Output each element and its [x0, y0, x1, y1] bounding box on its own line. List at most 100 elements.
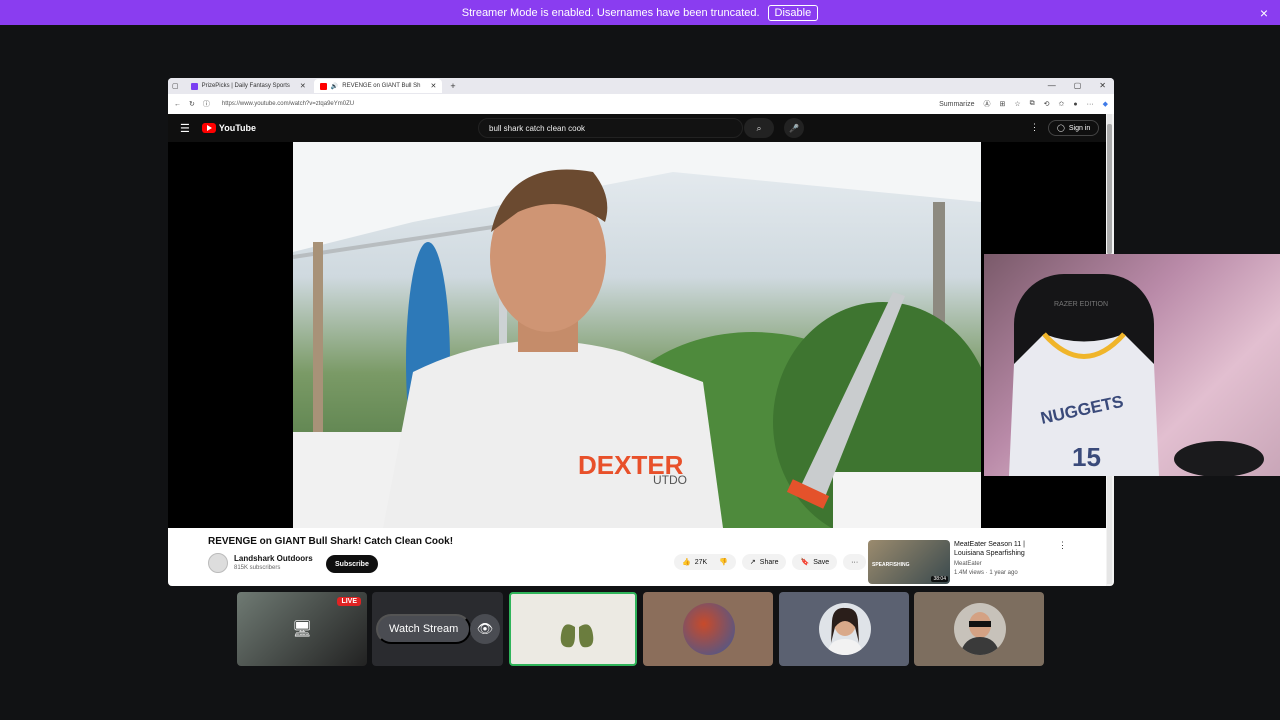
minimize-icon[interactable]: —: [1048, 81, 1056, 90]
participant-tile[interactable]: [509, 592, 637, 666]
subscribe-button[interactable]: Subscribe: [326, 555, 378, 573]
sign-in-button[interactable]: ◯ Sign in: [1048, 120, 1100, 136]
youtube-icon: [319, 82, 327, 90]
thumbs-down-icon[interactable]: 👎: [719, 558, 728, 566]
tab-prizepicks[interactable]: PrizePicks | Daily Fantasy Sports ✕: [185, 79, 312, 93]
tab-actions-icon[interactable]: ▢: [172, 82, 179, 90]
video-player[interactable]: DEXTER UTDO: [168, 142, 1106, 528]
eye-plus-icon[interactable]: 👁: [470, 614, 500, 644]
window-controls: — ▢ ✕: [1048, 81, 1106, 90]
share-icon: ↗: [749, 559, 756, 566]
menu-icon[interactable]: ☰: [180, 122, 190, 135]
recommendation-title[interactable]: MeatEater Season 11 | Louisiana Spearfis…: [954, 540, 1046, 558]
canopy: [293, 142, 981, 252]
settings-menu-icon[interactable]: ⋮: [1030, 122, 1039, 133]
recommendation-menu-icon[interactable]: ⋮: [1058, 540, 1067, 551]
channel-name[interactable]: Landshark Outdoors: [234, 554, 313, 563]
close-window-icon[interactable]: ✕: [1099, 81, 1106, 90]
recommendation-channel[interactable]: MeatEater: [954, 561, 982, 567]
avatar: [954, 603, 1006, 655]
audio-icon: 🔊: [330, 83, 339, 90]
video-scene: DEXTER UTDO: [293, 142, 981, 528]
person-avatar-icon: [960, 612, 1000, 655]
youtube-play-icon: [201, 123, 216, 133]
share-label: Share: [759, 558, 779, 566]
address-tools: Summarize Ⓐ ⊞ ☆ ⧉ ⟲ ✩ ● ··· ◆: [939, 99, 1108, 109]
prizepicks-icon: [190, 82, 198, 90]
save-button[interactable]: 🔖 Save: [792, 554, 838, 570]
avatar: [683, 603, 735, 655]
more-icon: ···: [851, 558, 859, 566]
webcam-scene: RAZER EDITION NUGGETS 15: [1009, 274, 1264, 476]
shared-browser-window: ▢ PrizePicks | Daily Fantasy Sports ✕ 🔊 …: [168, 78, 1114, 586]
channel-subscribers: 815K subscribers: [234, 565, 281, 571]
avatar: [551, 605, 603, 657]
tab-label: PrizePicks | Daily Fantasy Sports: [201, 83, 290, 89]
favorites-icon[interactable]: ✩: [1059, 100, 1065, 108]
address-bar-row: ← ↻ ⓘ https://www.youtube.com/watch?v=zt…: [168, 94, 1114, 114]
url-field[interactable]: https://www.youtube.com/watch?v=ztqa9eYm…: [218, 101, 931, 107]
disable-streamer-mode-button[interactable]: Disable: [767, 4, 819, 21]
collections-icon[interactable]: ⟲: [1044, 100, 1050, 108]
tab-close-icon[interactable]: ✕: [300, 82, 306, 90]
watch-stream-tile: Watch Stream 👁: [372, 592, 503, 666]
more-menu-icon[interactable]: ···: [1087, 101, 1094, 108]
close-icon[interactable]: ×: [1260, 5, 1268, 21]
recommendation-meta: 1.4M views · 1 year ago: [954, 570, 1018, 576]
share-button[interactable]: ↗ Share: [741, 554, 787, 570]
participant-tile[interactable]: [779, 592, 909, 666]
extensions-icon[interactable]: ⧉: [1030, 100, 1035, 108]
person-avatar-icon: [827, 607, 863, 655]
avatar: [819, 603, 871, 655]
tab-close-icon[interactable]: ✕: [431, 82, 437, 90]
lungs-avatar-icon: [560, 613, 594, 648]
copilot-icon[interactable]: ◆: [1103, 100, 1108, 108]
participant-tile[interactable]: [643, 592, 773, 666]
tab-youtube[interactable]: 🔊 REVENGE on GIANT Bull Sh ✕: [313, 79, 443, 93]
summarize-button[interactable]: Summarize: [939, 101, 974, 108]
youtube-page: ☰ YouTube bull shark catch clean cook ⌕ …: [168, 114, 1106, 586]
chair-brand: RAZER EDITION: [1054, 301, 1108, 308]
back-icon[interactable]: ←: [174, 101, 181, 108]
video-frame[interactable]: DEXTER UTDO: [293, 142, 981, 528]
like-button[interactable]: 👍 27K 👎: [674, 554, 736, 570]
youtube-header: ☰ YouTube bull shark catch clean cook ⌕ …: [168, 114, 1106, 142]
banner-message: Streamer Mode is enabled. Usernames have…: [461, 6, 760, 19]
channel-avatar[interactable]: [208, 553, 228, 573]
recommendation-thumbnail[interactable]: SPEARFISHING 38:04: [868, 540, 950, 584]
webcam-feed: RAZER EDITION NUGGETS 15: [984, 254, 1280, 476]
more-actions-button[interactable]: ···: [843, 554, 867, 570]
bookmark-icon: 🔖: [800, 559, 810, 566]
microphone-icon[interactable]: 🎤: [784, 118, 804, 138]
maximize-icon[interactable]: ▢: [1074, 81, 1082, 90]
sign-in-label: Sign in: [1068, 124, 1091, 132]
tab-bar: ▢ PrizePicks | Daily Fantasy Sports ✕ 🔊 …: [168, 78, 1114, 94]
tab-label: REVENGE on GIANT Bull Sh: [342, 83, 421, 89]
video-actions: 👍 27K 👎 ↗ Share 🔖 Save ···: [674, 554, 867, 570]
site-info-icon[interactable]: ⓘ: [203, 99, 210, 109]
thumbnail-overlay-text: SPEARFISHING: [872, 562, 910, 568]
search-input[interactable]: bull shark catch clean cook: [478, 118, 743, 138]
like-count: 27K: [694, 558, 708, 566]
video-details: REVENGE on GIANT Bull Shark! Catch Clean…: [168, 528, 1106, 586]
refresh-icon[interactable]: ↻: [189, 100, 195, 108]
scrollbar-thumb[interactable]: [1107, 124, 1112, 254]
stream-preview-tile[interactable]: 🖥 LIVE: [237, 592, 367, 666]
participant-tile[interactable]: [914, 592, 1044, 666]
youtube-logo-text: YouTube: [218, 123, 257, 133]
live-badge: LIVE: [337, 597, 361, 606]
video-title: REVENGE on GIANT Bull Shark! Catch Clean…: [208, 536, 454, 547]
read-aloud-icon[interactable]: Ⓐ: [983, 99, 990, 109]
split-screen-icon[interactable]: ⊞: [999, 100, 1005, 108]
new-tab-button[interactable]: +: [450, 81, 455, 91]
watch-stream-button[interactable]: Watch Stream: [376, 614, 472, 644]
youtube-logo[interactable]: YouTube: [201, 123, 257, 133]
thumbs-up-icon: 👍: [682, 559, 691, 566]
shirt-logo-sub: UTDO: [653, 473, 687, 487]
search-icon[interactable]: ⌕: [744, 118, 774, 138]
profile-icon[interactable]: ●: [1073, 101, 1077, 108]
fence: [833, 472, 981, 528]
favorite-star-icon[interactable]: ☆: [1014, 100, 1020, 108]
arm: [1174, 441, 1264, 476]
jersey-number: 15: [1072, 442, 1101, 472]
